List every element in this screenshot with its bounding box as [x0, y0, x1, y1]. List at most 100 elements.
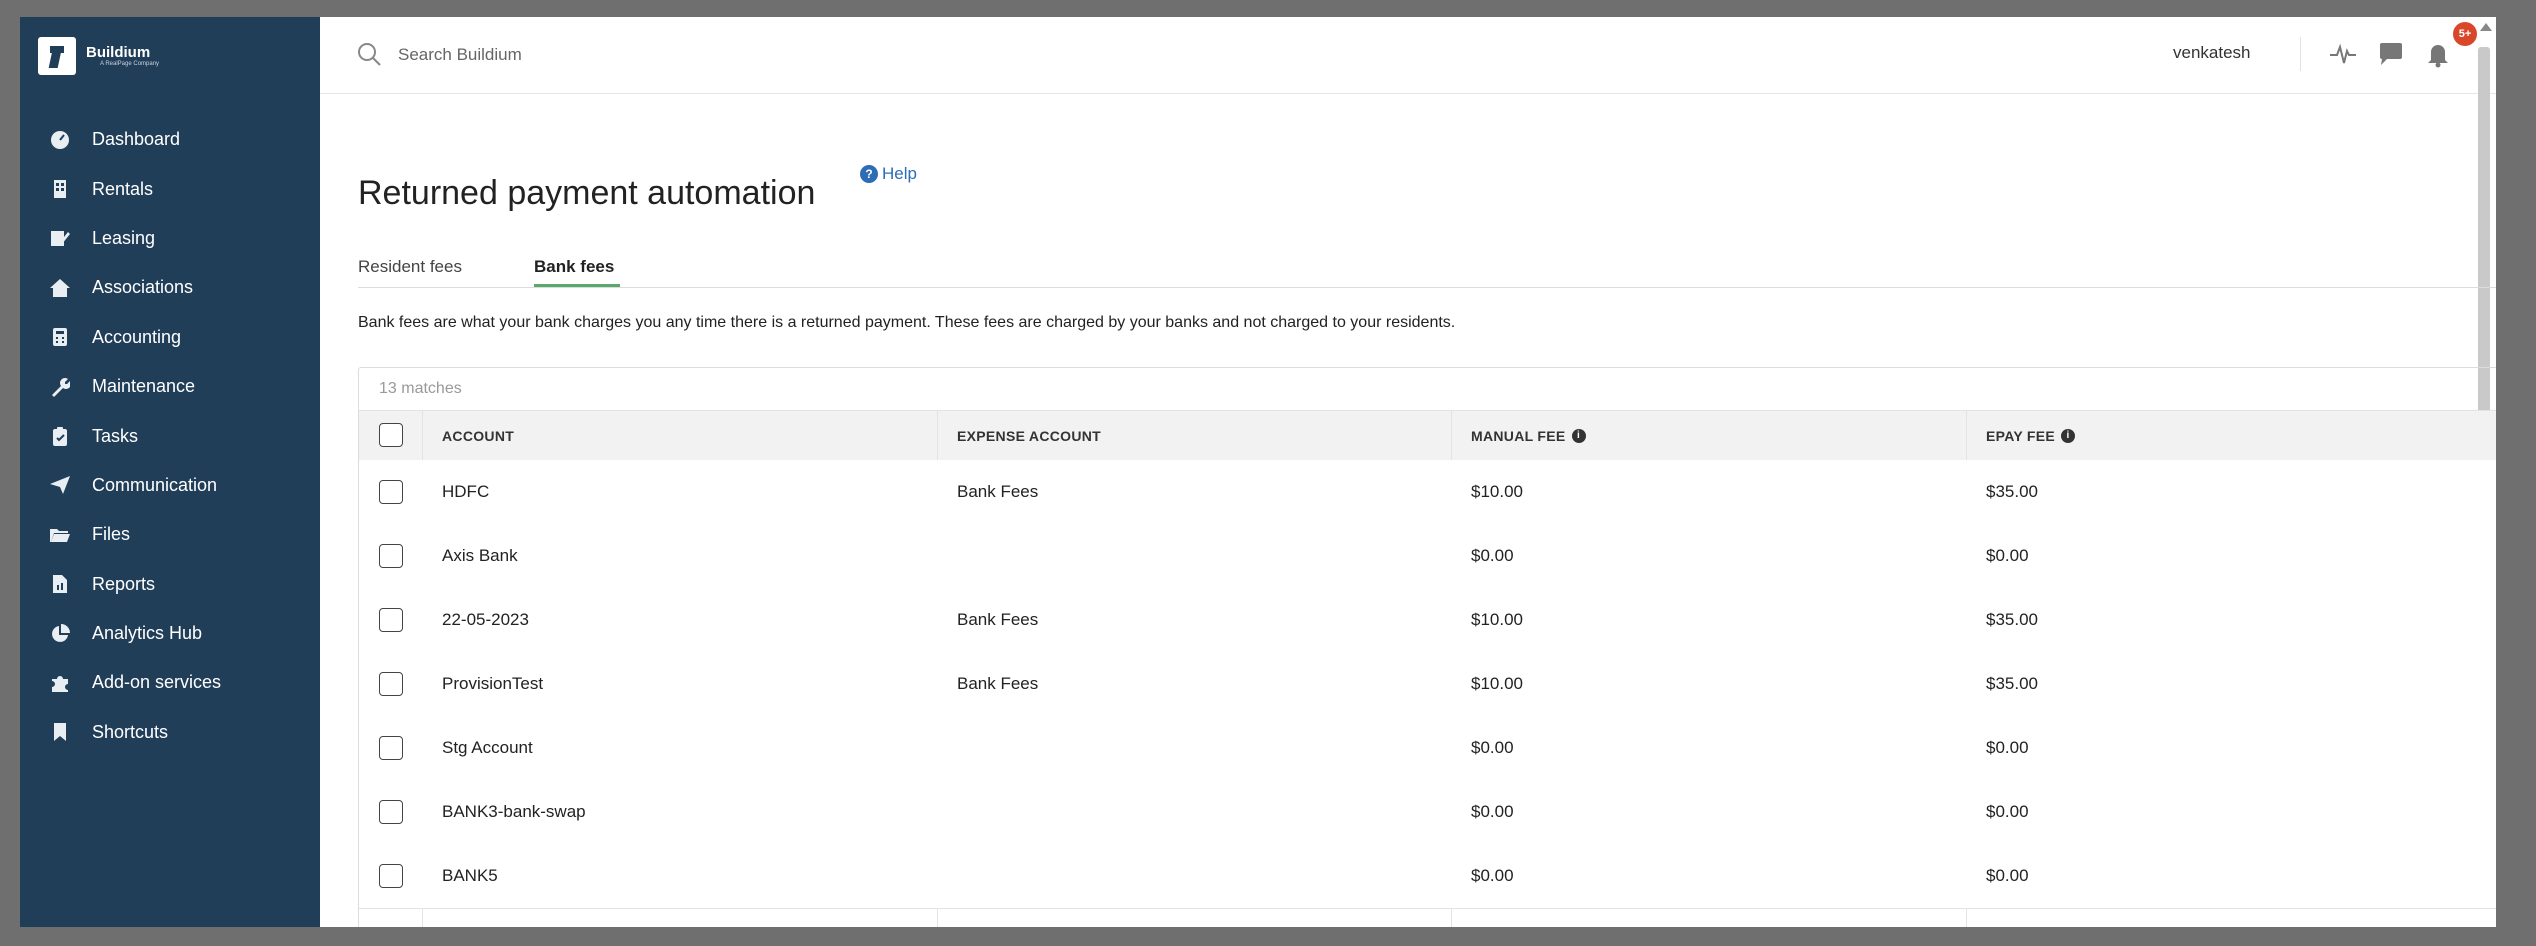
- sidebar-item-label: Maintenance: [92, 376, 196, 397]
- epay-fee-cell: $0.00: [1986, 546, 2029, 565]
- row-checkbox[interactable]: [379, 544, 403, 568]
- table-row[interactable]: Axis Bank $0.00 $0.00: [359, 524, 2496, 589]
- bank-fees-table: 13 matches ACCOUNT EXPENSE ACCOUNT MANUA…: [358, 367, 2496, 927]
- clipboard-icon: [48, 424, 72, 448]
- sidebar-item-leasing[interactable]: Leasing: [20, 214, 320, 263]
- epay-fee-cell: $0.00: [1986, 802, 2029, 821]
- app-window: Buildium A RealPage Company Dashboard Re…: [20, 17, 2496, 927]
- row-checkbox[interactable]: [379, 864, 403, 888]
- table-row[interactable]: BANK5 $0.00 $0.00: [359, 844, 2496, 909]
- account-cell: 22-05-2023: [442, 610, 529, 629]
- sidebar-item-label: Add-on services: [92, 672, 222, 693]
- main-content: venkatesh 5+ Returned payment automation…: [320, 17, 2496, 927]
- search-icon: [358, 43, 381, 66]
- sidebar-item-dashboard[interactable]: Dashboard: [20, 115, 320, 164]
- paper-plane-icon: [48, 473, 72, 497]
- sidebar-item-tasks[interactable]: Tasks: [20, 411, 320, 460]
- expense-account-cell: Bank Fees: [957, 482, 1039, 501]
- manual-fee-cell: $0.00: [1471, 546, 1514, 565]
- logo-subtitle: A RealPage Company: [100, 61, 160, 67]
- manual-fee-cell: $10.00: [1471, 482, 1523, 501]
- sidebar-item-communication[interactable]: Communication: [20, 461, 320, 510]
- column-header-manual-fee[interactable]: MANUAL FEE i: [1471, 411, 1586, 461]
- epay-fee-cell: $0.00: [1986, 738, 2029, 757]
- search-input[interactable]: [396, 39, 900, 71]
- account-cell: HDFC: [442, 482, 490, 501]
- sidebar-item-label: Tasks: [92, 425, 139, 446]
- tab-resident-fees[interactable]: Resident fees: [358, 257, 462, 277]
- manual-fee-cell: $10.00: [1471, 610, 1523, 629]
- page-description: Bank fees are what your bank charges you…: [358, 314, 1456, 331]
- buildium-logo[interactable]: Buildium A RealPage Company: [38, 37, 159, 75]
- row-checkbox[interactable]: [379, 480, 403, 504]
- sidebar-item-label: Accounting: [92, 326, 182, 347]
- sidebar-item-accounting[interactable]: Accounting: [20, 313, 320, 362]
- sidebar-item-add-on-services[interactable]: Add-on services: [20, 658, 320, 707]
- tab-bank-fees[interactable]: Bank fees: [534, 257, 614, 277]
- table-header: ACCOUNT EXPENSE ACCOUNT MANUAL FEE i EPAY…: [359, 410, 2496, 462]
- epay-fee-cell: $35.00: [1986, 482, 2038, 501]
- help-link[interactable]: ? Help: [860, 164, 917, 184]
- bell-icon[interactable]: [2423, 39, 2453, 69]
- row-checkbox[interactable]: [379, 800, 403, 824]
- column-header-expense-account[interactable]: EXPENSE ACCOUNT: [957, 411, 1101, 461]
- puzzle-icon: [48, 671, 72, 695]
- table-row[interactable]: 22-05-2023 Bank Fees $10.00 $35.00: [359, 588, 2496, 653]
- sidebar-item-label: Reports: [92, 573, 156, 594]
- sidebar-item-label: Leasing: [92, 227, 156, 248]
- notification-badge: 5+: [2453, 22, 2477, 46]
- column-header-epay-fee[interactable]: EPAY FEE i: [1986, 411, 2076, 461]
- account-cell: BANK3-bank-swap: [442, 802, 586, 821]
- column-header-account[interactable]: ACCOUNT: [442, 411, 514, 461]
- tab-bar: Resident fees Bank fees: [358, 245, 2496, 288]
- page-title: Returned payment automation: [358, 173, 816, 212]
- sidebar-item-associations[interactable]: Associations: [20, 263, 320, 312]
- sidebar-item-label: Associations: [92, 277, 194, 298]
- sidebar-item-analytics-hub[interactable]: Analytics Hub: [20, 609, 320, 658]
- scroll-up-arrow[interactable]: [2480, 23, 2492, 31]
- account-cell: Stg Account: [442, 738, 533, 757]
- expense-account-cell: Bank Fees: [957, 674, 1039, 693]
- select-all-checkbox[interactable]: [379, 423, 403, 447]
- info-icon[interactable]: i: [1571, 429, 1586, 443]
- sidebar-item-rentals[interactable]: Rentals: [20, 164, 320, 213]
- sidebar-item-maintenance[interactable]: Maintenance: [20, 362, 320, 411]
- chat-icon[interactable]: [2376, 39, 2406, 69]
- match-count: 13 matches: [379, 380, 462, 397]
- table-row[interactable]: BANK3-bank-swap $0.00 $0.00: [359, 780, 2496, 845]
- info-icon[interactable]: i: [2061, 429, 2076, 443]
- account-cell: BANK5: [442, 866, 498, 885]
- table-row[interactable]: Stg Account $0.00 $0.00: [359, 716, 2496, 781]
- expense-account-cell: Bank Fees: [957, 610, 1039, 629]
- building-icon: [48, 177, 72, 201]
- folder-icon: [48, 523, 72, 547]
- account-cell: ProvisionTest: [442, 674, 544, 693]
- active-tab-indicator: [534, 284, 620, 287]
- buildium-logo-icon: [38, 37, 76, 75]
- row-checkbox[interactable]: [379, 672, 403, 696]
- epay-fee-cell: $35.00: [1986, 610, 2038, 629]
- bookmark-icon: [48, 720, 72, 744]
- epay-fee-cell: $0.00: [1986, 866, 2029, 885]
- sidebar-item-shortcuts[interactable]: Shortcuts: [20, 708, 320, 757]
- sidebar-item-files[interactable]: Files: [20, 510, 320, 559]
- sidebar-item-label: Shortcuts: [92, 721, 169, 742]
- divider: [2300, 37, 2301, 71]
- row-checkbox[interactable]: [379, 736, 403, 760]
- table-row[interactable]: HDFC Bank Fees $10.00 $35.00: [359, 460, 2496, 525]
- sidebar-item-label: Rentals: [92, 178, 154, 199]
- report-icon: [48, 572, 72, 596]
- table-row[interactable]: ProvisionTest Bank Fees $10.00 $35.00: [359, 652, 2496, 717]
- activity-icon[interactable]: [2328, 39, 2358, 69]
- logo-name: Buildium: [86, 44, 151, 61]
- sidebar-item-reports[interactable]: Reports: [20, 560, 320, 609]
- leasing-icon: [48, 226, 72, 250]
- user-menu[interactable]: venkatesh: [2173, 43, 2251, 63]
- row-checkbox[interactable]: [379, 608, 403, 632]
- home-icon: [48, 276, 72, 300]
- help-label: Help: [882, 164, 917, 183]
- wrench-icon: [48, 375, 72, 399]
- epay-fee-cell: $35.00: [1986, 674, 2038, 693]
- account-cell: Axis Bank: [442, 546, 518, 565]
- sidebar: Buildium A RealPage Company Dashboard Re…: [20, 17, 320, 927]
